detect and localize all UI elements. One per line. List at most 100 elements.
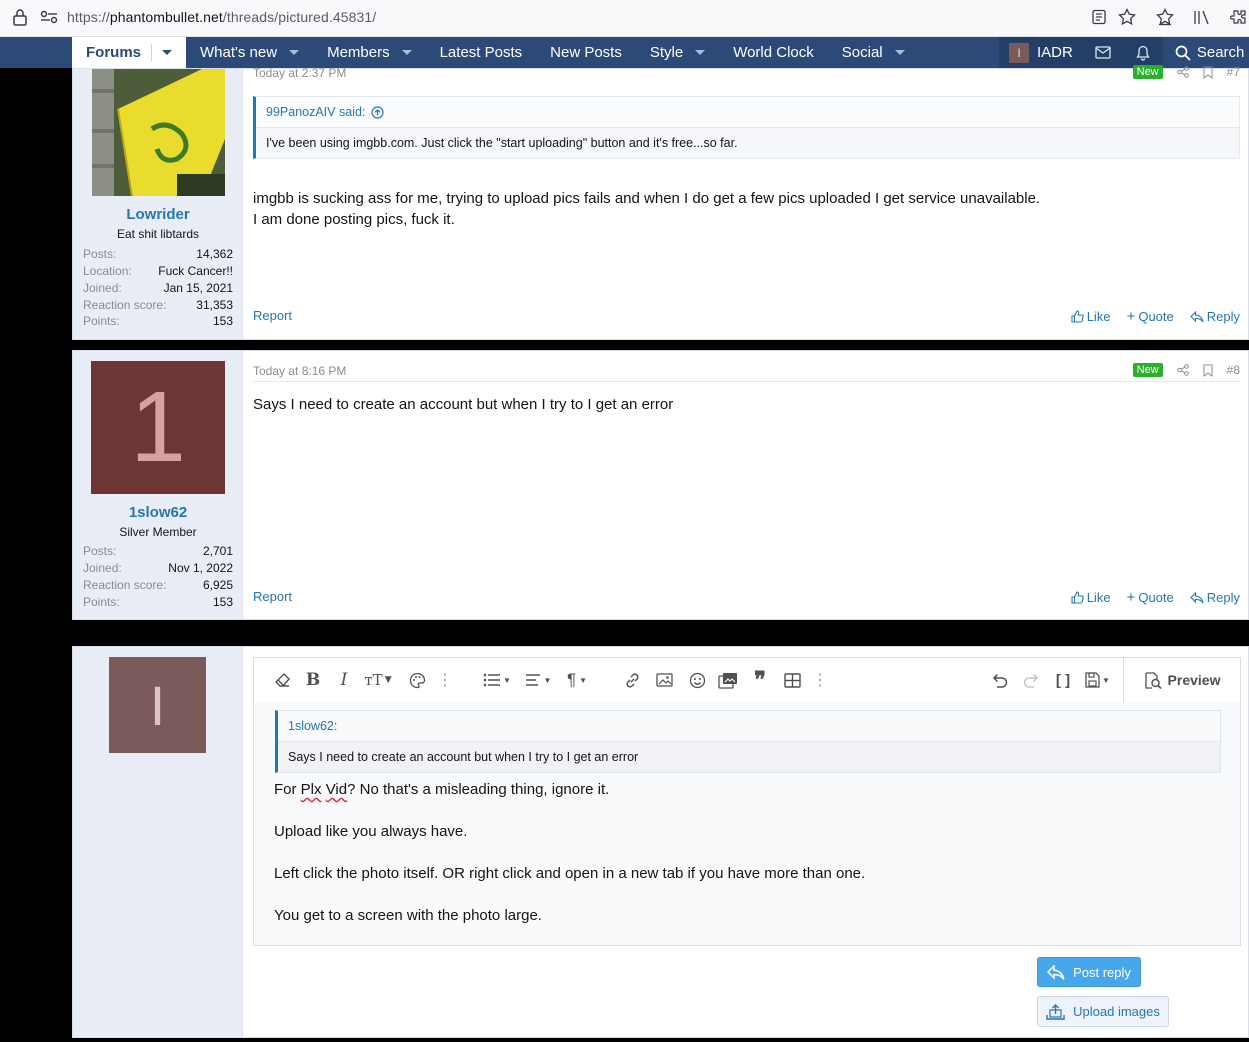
bookmark-star-icon[interactable] <box>1116 6 1138 28</box>
reply-button[interactable]: Reply <box>1189 590 1240 605</box>
list-icon[interactable]: ▼ <box>482 670 512 690</box>
post-number[interactable]: #7 <box>1227 65 1240 79</box>
reply-button[interactable]: Reply <box>1189 309 1240 324</box>
nav-tab-social[interactable]: Social <box>828 37 919 68</box>
post-8-user-info: 1 1slow62 Silver Member Posts: 2,701 Join… <box>73 351 243 619</box>
nav-tab-label: World Clock <box>733 44 814 61</box>
drafts-icon[interactable]: ▼ <box>1081 670 1113 690</box>
address-bar[interactable]: https://phantombullet.net/threads/pictur… <box>67 9 376 25</box>
nav-tab-new-posts[interactable]: New Posts <box>536 37 636 68</box>
stat-value[interactable]: 153 <box>213 314 233 328</box>
nav-tabs: Forums What's new Members Latest Posts N… <box>72 37 919 68</box>
text-span: ? No that's a misleading thing, ignore i… <box>347 781 610 798</box>
post-8-author[interactable]: 1slow62 <box>73 504 243 521</box>
like-button[interactable]: Like <box>1071 309 1111 324</box>
post-number[interactable]: #8 <box>1227 363 1240 377</box>
bell-icon[interactable] <box>1123 37 1163 68</box>
post-7-timestamp[interactable]: Today at 2:37 PM <box>253 66 346 80</box>
post-8-stat-posts: Posts: 2,701 <box>83 544 233 558</box>
stat-value[interactable]: 14,362 <box>196 247 233 261</box>
misspelled-word[interactable]: Plx <box>301 781 322 798</box>
chevron-down-icon[interactable] <box>289 50 300 55</box>
reader-view-icon[interactable] <box>1088 6 1110 28</box>
extensions-icon[interactable] <box>1228 6 1249 28</box>
post-7-author[interactable]: Lowrider <box>73 206 243 223</box>
palette-icon[interactable] <box>407 670 427 690</box>
report-link[interactable]: Report <box>253 589 292 604</box>
nav-tab-label: Latest Posts <box>439 44 523 61</box>
misspelled-word[interactable]: Vid <box>326 781 347 798</box>
avatar-letter: I <box>149 673 166 737</box>
bold-icon[interactable]: B <box>305 670 321 690</box>
italic-icon[interactable]: I <box>337 670 351 690</box>
post-reply-button[interactable]: Post reply <box>1037 957 1141 987</box>
post-8-user-title: Silver Member <box>119 525 197 539</box>
share-icon[interactable] <box>1176 66 1189 78</box>
more-options-icon[interactable]: ⋮ <box>812 670 828 690</box>
avatar[interactable] <box>92 69 225 196</box>
quote-text: I've been using imgbb.com. Just click th… <box>266 136 738 150</box>
preview-button[interactable]: Preview <box>1123 658 1240 702</box>
redo-icon[interactable] <box>1021 670 1041 690</box>
permissions-icon[interactable] <box>40 10 58 24</box>
reply-editor[interactable]: B I тT ▼ ⋮ ▼ ▼ ¶ ▼ ❞ ⋮ [ ] ▼ Preview 1sl… <box>253 657 1241 946</box>
stat-value[interactable]: 2,701 <box>203 544 233 558</box>
like-button[interactable]: Like <box>1071 590 1111 605</box>
post-7-text: imgbb is sucking ass for me, trying to u… <box>253 188 1040 230</box>
font-size-icon[interactable]: тT ▼ <box>362 670 394 690</box>
nav-tab-style[interactable]: Style <box>636 37 719 68</box>
report-link[interactable]: Report <box>253 308 292 323</box>
share-icon[interactable] <box>1176 364 1189 376</box>
chevron-down-icon[interactable] <box>695 50 706 55</box>
link-icon[interactable] <box>622 670 642 690</box>
search-icon <box>1175 45 1191 61</box>
chevron-down-icon[interactable] <box>162 50 173 55</box>
quote-label: Quote <box>1138 590 1174 605</box>
post-8: 1 1slow62 Silver Member Posts: 2,701 Join… <box>72 350 1249 620</box>
undo-icon[interactable] <box>989 670 1009 690</box>
nav-tab-latest-posts[interactable]: Latest Posts <box>426 37 537 68</box>
bookmark-icon[interactable] <box>1203 364 1213 377</box>
nav-tab-members[interactable]: Members <box>313 37 426 68</box>
quote-author: 1slow62: <box>278 711 1220 742</box>
media-icon[interactable] <box>717 670 739 690</box>
table-icon[interactable] <box>782 670 802 690</box>
post-8-timestamp[interactable]: Today at 8:16 PM <box>253 364 346 378</box>
eraser-icon[interactable] <box>272 670 292 690</box>
more-options-icon[interactable]: ⋮ <box>437 670 453 690</box>
lock-icon[interactable] <box>12 8 28 26</box>
nav-tab-forums[interactable]: Forums <box>72 37 187 68</box>
quote-label: Quote <box>1138 309 1174 324</box>
paragraph-icon[interactable]: ¶ ▼ <box>562 670 592 690</box>
align-icon[interactable]: ▼ <box>523 670 553 690</box>
nav-tab-world-clock[interactable]: World Clock <box>719 37 828 68</box>
search-button[interactable]: Search <box>1162 37 1249 68</box>
stat-value[interactable]: 153 <box>213 595 233 609</box>
upload-images-button[interactable]: Upload images <box>1037 996 1169 1027</box>
avatar[interactable]: 1 <box>91 361 225 494</box>
inbox-icon[interactable] <box>1083 37 1123 68</box>
account-menu[interactable]: I IADR <box>999 37 1083 68</box>
post-line: I am done posting pics, fuck it. <box>253 211 455 228</box>
nav-tab-whats-new[interactable]: What's new <box>186 37 313 68</box>
nav-divider <box>151 43 153 62</box>
chevron-down-icon[interactable] <box>401 50 412 55</box>
quote-author[interactable]: 99PanozAIV said: <box>266 105 365 119</box>
favorites-icon[interactable] <box>1154 6 1176 28</box>
reply-icon <box>1189 591 1204 603</box>
chevron-down-icon[interactable] <box>894 50 905 55</box>
bbcode-toggle-icon[interactable]: [ ] <box>1053 670 1073 690</box>
quote-button[interactable]: + Quote <box>1127 308 1174 325</box>
image-icon[interactable] <box>654 670 674 690</box>
library-icon[interactable] <box>1190 6 1212 28</box>
nav-tab-label: Forums <box>86 44 142 61</box>
quote-icon[interactable]: ❞ <box>750 667 770 693</box>
quote-button[interactable]: + Quote <box>1127 589 1174 606</box>
editor-line: For Plx Vid? No that's a misleading thin… <box>274 781 609 798</box>
bookmark-icon[interactable] <box>1203 66 1213 79</box>
smiley-icon[interactable] <box>687 670 707 690</box>
arrow-up-circle-icon[interactable] <box>371 105 384 119</box>
avatar[interactable]: I <box>109 657 206 753</box>
stat-key: Location: <box>83 264 132 278</box>
plus-icon: + <box>1126 589 1136 606</box>
